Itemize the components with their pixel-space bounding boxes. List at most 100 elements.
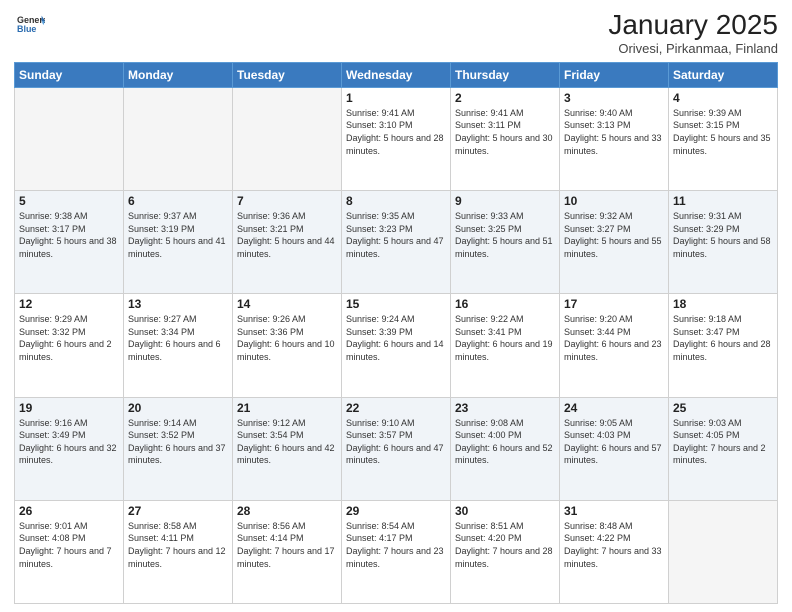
day-cell	[15, 87, 124, 190]
day-number: 12	[19, 297, 119, 311]
day-cell: 8 Sunrise: 9:35 AM Sunset: 3:23 PM Daylig…	[342, 191, 451, 294]
header-tuesday: Tuesday	[233, 62, 342, 87]
day-info: Sunrise: 9:22 AM Sunset: 3:41 PM Dayligh…	[455, 313, 555, 363]
day-number: 22	[346, 401, 446, 415]
day-info: Sunrise: 9:26 AM Sunset: 3:36 PM Dayligh…	[237, 313, 337, 363]
day-cell: 13Sunrise: 9:27 AM Sunset: 3:34 PM Dayli…	[124, 294, 233, 397]
day-number: 31	[564, 504, 664, 518]
day-cell: 29Sunrise: 8:54 AM Sunset: 4:17 PM Dayli…	[342, 500, 451, 603]
month-title: January 2025	[608, 10, 778, 41]
day-cell	[669, 500, 778, 603]
day-cell: 31 Sunrise: 8:48 AM Sunset: 4:22 PM Dayli…	[560, 500, 669, 603]
svg-text:Blue: Blue	[17, 24, 36, 34]
day-number: 17	[564, 297, 664, 311]
day-info: Sunrise: 9:03 AM Sunset: 4:05 PM Dayligh…	[673, 417, 773, 467]
day-cell: 5 Sunrise: 9:38 AM Sunset: 3:17 PM Daylig…	[15, 191, 124, 294]
header-friday: Friday	[560, 62, 669, 87]
day-number: 20	[128, 401, 228, 415]
day-cell: 25 Sunrise: 9:03 AM Sunset: 4:05 PM Dayli…	[669, 397, 778, 500]
day-number: 26	[19, 504, 119, 518]
day-info: Sunrise: 9:12 AM Sunset: 3:54 PM Dayligh…	[237, 417, 337, 467]
day-number: 2	[455, 91, 555, 105]
logo-area: General Blue	[14, 10, 45, 43]
week-row-2: 12 Sunrise: 9:29 AM Sunset: 3:32 PM Dayli…	[15, 294, 778, 397]
day-cell: 4Sunrise: 9:39 AM Sunset: 3:15 PM Daylig…	[669, 87, 778, 190]
header: General Blue January 2025 Orivesi, Pirka…	[14, 10, 778, 56]
day-cell: 11Sunrise: 9:31 AM Sunset: 3:29 PM Dayli…	[669, 191, 778, 294]
day-info: Sunrise: 9:08 AM Sunset: 4:00 PM Dayligh…	[455, 417, 555, 467]
header-sunday: Sunday	[15, 62, 124, 87]
day-cell: 6Sunrise: 9:37 AM Sunset: 3:19 PM Daylig…	[124, 191, 233, 294]
day-number: 10	[564, 194, 664, 208]
day-number: 8	[346, 194, 446, 208]
day-cell: 28 Sunrise: 8:56 AM Sunset: 4:14 PM Dayli…	[233, 500, 342, 603]
day-cell: 12 Sunrise: 9:29 AM Sunset: 3:32 PM Dayli…	[15, 294, 124, 397]
day-info: Sunrise: 9:38 AM Sunset: 3:17 PM Dayligh…	[19, 210, 119, 260]
week-row-4: 26 Sunrise: 9:01 AM Sunset: 4:08 PM Dayli…	[15, 500, 778, 603]
logo: General Blue	[14, 10, 45, 43]
day-cell: 19 Sunrise: 9:16 AM Sunset: 3:49 PM Dayli…	[15, 397, 124, 500]
day-number: 24	[564, 401, 664, 415]
day-info: Sunrise: 9:18 AM Sunset: 3:47 PM Dayligh…	[673, 313, 773, 363]
weekday-header-row: Sunday Monday Tuesday Wednesday Thursday…	[15, 62, 778, 87]
day-cell: 14 Sunrise: 9:26 AM Sunset: 3:36 PM Dayli…	[233, 294, 342, 397]
day-number: 6	[128, 194, 228, 208]
day-cell: 10 Sunrise: 9:32 AM Sunset: 3:27 PM Dayli…	[560, 191, 669, 294]
day-cell: 24Sunrise: 9:05 AM Sunset: 4:03 PM Dayli…	[560, 397, 669, 500]
day-number: 25	[673, 401, 773, 415]
title-area: January 2025 Orivesi, Pirkanmaa, Finland	[608, 10, 778, 56]
day-number: 21	[237, 401, 337, 415]
day-info: Sunrise: 9:20 AM Sunset: 3:44 PM Dayligh…	[564, 313, 664, 363]
day-cell: 16 Sunrise: 9:22 AM Sunset: 3:41 PM Dayli…	[451, 294, 560, 397]
day-cell: 26 Sunrise: 9:01 AM Sunset: 4:08 PM Dayli…	[15, 500, 124, 603]
day-cell: 22 Sunrise: 9:10 AM Sunset: 3:57 PM Dayli…	[342, 397, 451, 500]
day-info: Sunrise: 9:35 AM Sunset: 3:23 PM Dayligh…	[346, 210, 446, 260]
day-number: 15	[346, 297, 446, 311]
header-saturday: Saturday	[669, 62, 778, 87]
day-cell: 3 Sunrise: 9:40 AM Sunset: 3:13 PM Daylig…	[560, 87, 669, 190]
day-cell	[124, 87, 233, 190]
day-info: Sunrise: 8:58 AM Sunset: 4:11 PM Dayligh…	[128, 520, 228, 570]
day-number: 1	[346, 91, 446, 105]
day-info: Sunrise: 8:56 AM Sunset: 4:14 PM Dayligh…	[237, 520, 337, 570]
day-info: Sunrise: 9:01 AM Sunset: 4:08 PM Dayligh…	[19, 520, 119, 570]
day-cell: 23 Sunrise: 9:08 AM Sunset: 4:00 PM Dayli…	[451, 397, 560, 500]
day-info: Sunrise: 8:48 AM Sunset: 4:22 PM Dayligh…	[564, 520, 664, 570]
day-info: Sunrise: 9:41 AM Sunset: 3:10 PM Dayligh…	[346, 107, 446, 157]
day-number: 27	[128, 504, 228, 518]
week-row-0: 1 Sunrise: 9:41 AM Sunset: 3:10 PM Daylig…	[15, 87, 778, 190]
day-info: Sunrise: 9:16 AM Sunset: 3:49 PM Dayligh…	[19, 417, 119, 467]
day-info: Sunrise: 9:14 AM Sunset: 3:52 PM Dayligh…	[128, 417, 228, 467]
day-number: 28	[237, 504, 337, 518]
day-info: Sunrise: 9:29 AM Sunset: 3:32 PM Dayligh…	[19, 313, 119, 363]
day-number: 16	[455, 297, 555, 311]
day-number: 23	[455, 401, 555, 415]
week-row-1: 5 Sunrise: 9:38 AM Sunset: 3:17 PM Daylig…	[15, 191, 778, 294]
day-info: Sunrise: 8:54 AM Sunset: 4:17 PM Dayligh…	[346, 520, 446, 570]
day-number: 7	[237, 194, 337, 208]
day-info: Sunrise: 9:24 AM Sunset: 3:39 PM Dayligh…	[346, 313, 446, 363]
day-number: 5	[19, 194, 119, 208]
day-info: Sunrise: 9:41 AM Sunset: 3:11 PM Dayligh…	[455, 107, 555, 157]
day-info: Sunrise: 9:10 AM Sunset: 3:57 PM Dayligh…	[346, 417, 446, 467]
day-number: 30	[455, 504, 555, 518]
day-cell: 2 Sunrise: 9:41 AM Sunset: 3:11 PM Daylig…	[451, 87, 560, 190]
week-row-3: 19 Sunrise: 9:16 AM Sunset: 3:49 PM Dayli…	[15, 397, 778, 500]
day-number: 3	[564, 91, 664, 105]
day-info: Sunrise: 9:33 AM Sunset: 3:25 PM Dayligh…	[455, 210, 555, 260]
day-cell: 30 Sunrise: 8:51 AM Sunset: 4:20 PM Dayli…	[451, 500, 560, 603]
day-cell: 20 Sunrise: 9:14 AM Sunset: 3:52 PM Dayli…	[124, 397, 233, 500]
day-number: 19	[19, 401, 119, 415]
header-thursday: Thursday	[451, 62, 560, 87]
day-cell: 17 Sunrise: 9:20 AM Sunset: 3:44 PM Dayli…	[560, 294, 669, 397]
day-cell: 7Sunrise: 9:36 AM Sunset: 3:21 PM Daylig…	[233, 191, 342, 294]
location: Orivesi, Pirkanmaa, Finland	[608, 41, 778, 56]
calendar-table: Sunday Monday Tuesday Wednesday Thursday…	[14, 62, 778, 604]
header-monday: Monday	[124, 62, 233, 87]
day-info: Sunrise: 9:40 AM Sunset: 3:13 PM Dayligh…	[564, 107, 664, 157]
day-number: 18	[673, 297, 773, 311]
day-info: Sunrise: 9:32 AM Sunset: 3:27 PM Dayligh…	[564, 210, 664, 260]
day-number: 14	[237, 297, 337, 311]
calendar: Sunday Monday Tuesday Wednesday Thursday…	[14, 62, 778, 604]
day-info: Sunrise: 8:51 AM Sunset: 4:20 PM Dayligh…	[455, 520, 555, 570]
